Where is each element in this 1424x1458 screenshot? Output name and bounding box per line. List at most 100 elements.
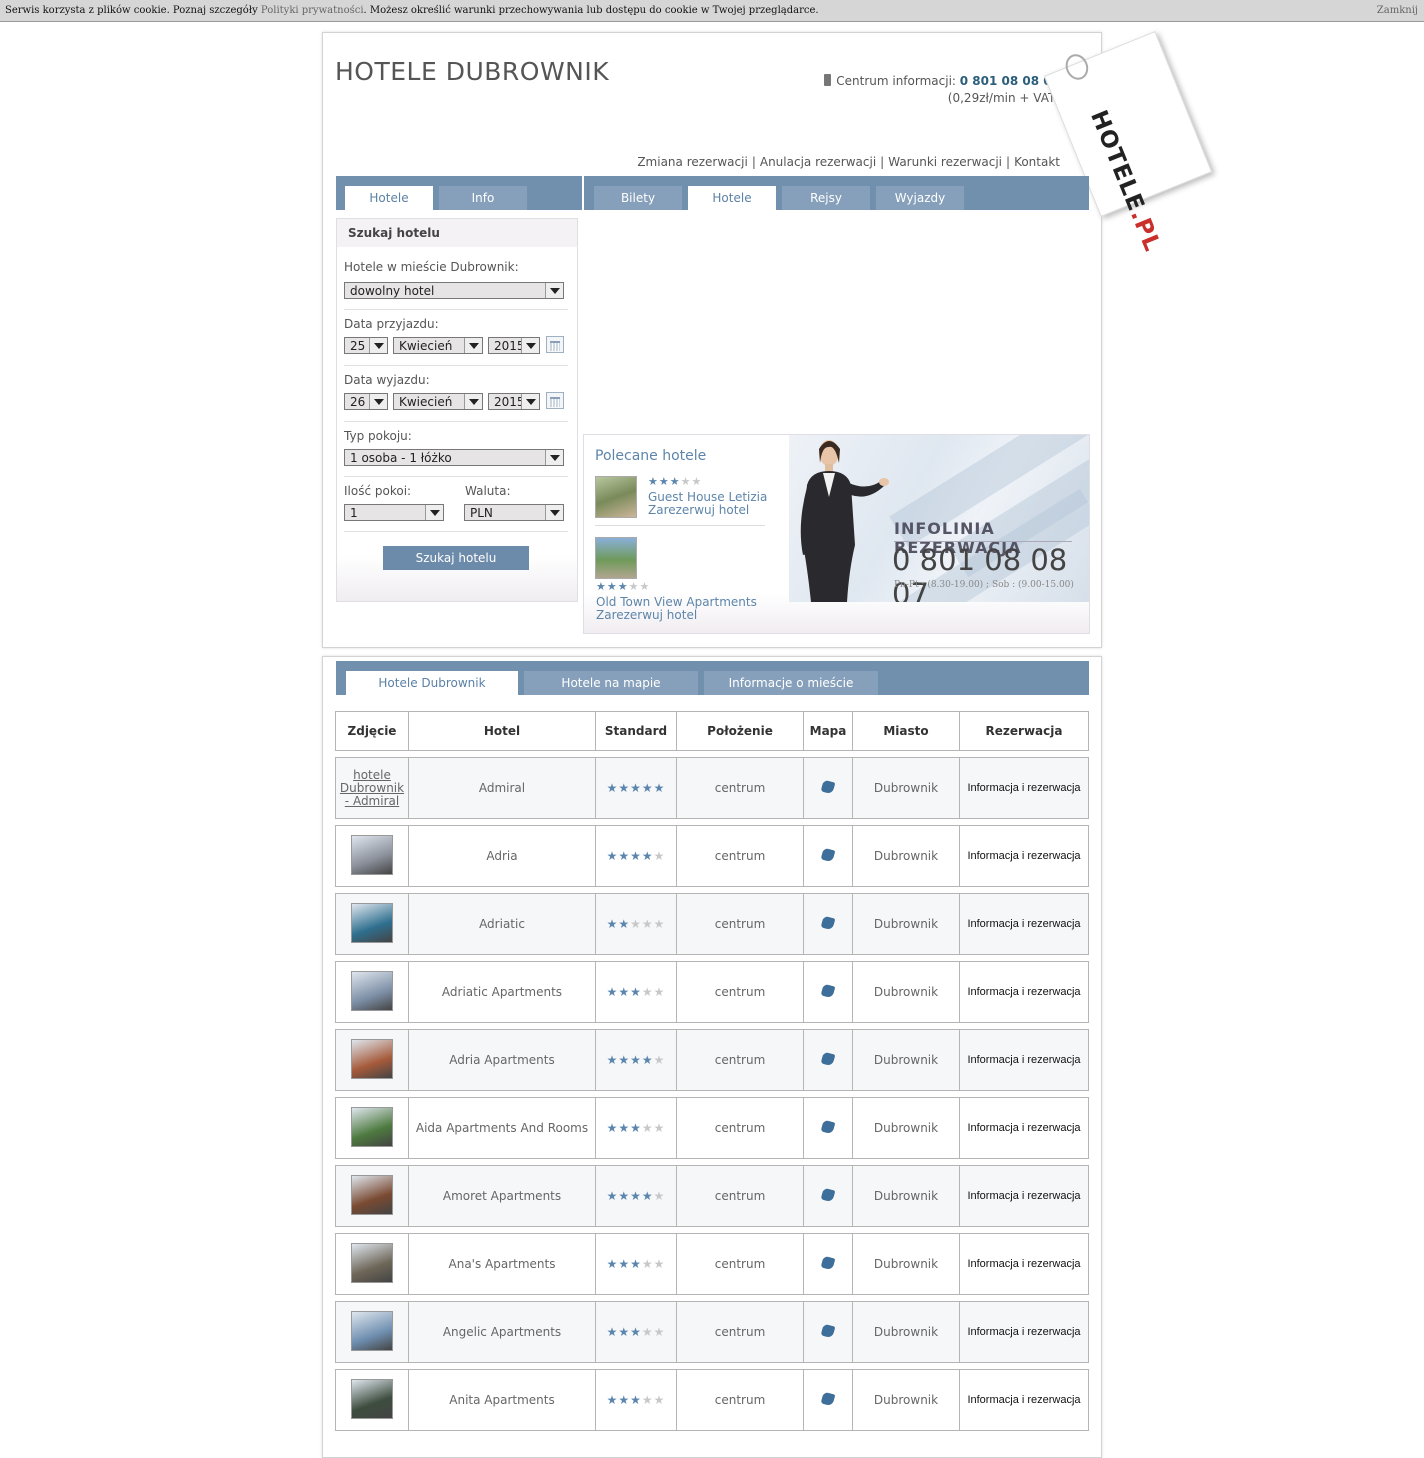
map-cell xyxy=(804,825,853,887)
table-row: Adria ★★★★★ centrum Dubrownik Informacja i r… xyxy=(335,825,1089,887)
departure-year-select[interactable]: 2015 xyxy=(488,393,540,410)
table-row: Aida Apartments And Rooms ★★★★★ centrum Dub… xyxy=(335,1097,1089,1159)
hotel-photo[interactable] xyxy=(351,1310,393,1351)
tab-hotele-right[interactable]: Hotele xyxy=(688,186,776,210)
divider xyxy=(344,421,568,422)
book-hotel-link[interactable]: Zarezerwuj hotel xyxy=(596,609,697,622)
reservation-link[interactable]: Informacja i rezerwacja xyxy=(960,1301,1089,1363)
tab-rejsy[interactable]: Rejsy xyxy=(782,186,870,210)
link-contact[interactable]: Kontakt xyxy=(1014,155,1060,169)
tab-hotele-left[interactable]: Hotele xyxy=(345,186,433,210)
departure-month-select[interactable]: Kwiecień xyxy=(393,393,483,410)
tab-hotele-dubrownik[interactable]: Hotele Dubrownik xyxy=(346,671,518,695)
city-select[interactable]: dowolny hotel xyxy=(344,282,564,299)
map-icon[interactable] xyxy=(820,1323,836,1338)
info-center: Centrum informacji: 0 801 08 08 07 (0,29… xyxy=(824,73,1060,107)
map-icon[interactable] xyxy=(820,779,836,794)
map-icon[interactable] xyxy=(820,1255,836,1270)
photo-cell xyxy=(335,1369,409,1431)
table-row: Adriatic ★★★★★ centrum Dubrownik Informacja … xyxy=(335,893,1089,955)
hotel-name[interactable]: Adria Apartments xyxy=(409,1029,596,1091)
table-row: Angelic Apartments ★★★★★ centrum Dubrownik I… xyxy=(335,1301,1089,1363)
hotel-name[interactable]: Aida Apartments And Rooms xyxy=(409,1097,596,1159)
map-icon[interactable] xyxy=(820,1187,836,1202)
rating-stars: ★★★★★ xyxy=(606,1053,666,1067)
hotel-thumbnail[interactable] xyxy=(595,476,637,518)
col-reservation[interactable]: Rezerwacja xyxy=(960,711,1089,751)
hotel-name[interactable]: Ana's Apartments xyxy=(409,1233,596,1295)
tab-wyjazdy[interactable]: Wyjazdy xyxy=(876,186,964,210)
rooms-select[interactable]: 1 xyxy=(344,504,444,521)
reservation-link[interactable]: Informacja i rezerwacja xyxy=(960,825,1089,887)
map-icon[interactable] xyxy=(820,847,836,862)
reservation-link[interactable]: Informacja i rezerwacja xyxy=(960,961,1089,1023)
hotel-name[interactable]: Angelic Apartments xyxy=(409,1301,596,1363)
link-cancel-reservation[interactable]: Anulacja rezerwacji xyxy=(760,155,876,169)
standard-cell: ★★★★★ xyxy=(596,1369,677,1431)
location-cell: centrum xyxy=(677,1165,804,1227)
book-hotel-link[interactable]: Zarezerwuj hotel xyxy=(648,504,749,517)
col-standard[interactable]: Standard xyxy=(596,711,677,751)
col-photo[interactable]: Zdjęcie xyxy=(335,711,409,751)
map-cell xyxy=(804,1233,853,1295)
tab-info[interactable]: Info xyxy=(439,186,527,210)
map-icon[interactable] xyxy=(820,1119,836,1134)
hotel-photo[interactable] xyxy=(351,1174,393,1215)
calendar-icon[interactable] xyxy=(546,392,564,409)
table-row: Amoret Apartments ★★★★★ centrum Dubrownik In… xyxy=(335,1165,1089,1227)
reservation-link[interactable]: Informacja i rezerwacja xyxy=(960,1097,1089,1159)
location-cell: centrum xyxy=(677,1097,804,1159)
room-type-select[interactable]: 1 osoba - 1 łóżko xyxy=(344,449,564,466)
hotel-name[interactable]: Admiral xyxy=(409,757,596,819)
search-hotel-button[interactable]: Szukaj hotelu xyxy=(383,546,529,570)
divider xyxy=(344,476,568,477)
hotel-photo[interactable] xyxy=(351,902,393,943)
hotel-photo[interactable] xyxy=(351,834,393,875)
hotel-photo-alt[interactable]: hotele Dubrownik - Admiral xyxy=(337,768,407,808)
chevron-down-icon xyxy=(521,394,539,409)
reservation-link[interactable]: Informacja i rezerwacja xyxy=(960,757,1089,819)
hotel-photo[interactable] xyxy=(351,970,393,1011)
link-reservation-terms[interactable]: Warunki rezerwacji xyxy=(888,155,1002,169)
photo-cell xyxy=(335,1301,409,1363)
col-hotel[interactable]: Hotel xyxy=(409,711,596,751)
map-icon[interactable] xyxy=(820,1391,836,1406)
tab-informacje-o-miescie[interactable]: Informacje o mieście xyxy=(704,671,878,695)
infoline-banner[interactable]: INFOLINIA REZERWACJA 0 801 08 08 07 Pn-P… xyxy=(789,435,1089,602)
arrival-day-select[interactable]: 25 xyxy=(344,337,388,354)
hotel-thumbnail[interactable] xyxy=(595,537,637,579)
hotel-name[interactable]: Amoret Apartments xyxy=(409,1165,596,1227)
hotel-photo[interactable] xyxy=(351,1106,393,1147)
hotel-photo[interactable] xyxy=(351,1378,393,1419)
map-icon[interactable] xyxy=(820,915,836,930)
map-icon[interactable] xyxy=(820,983,836,998)
hotel-photo[interactable] xyxy=(351,1242,393,1283)
arrival-month-select[interactable]: Kwiecień xyxy=(393,337,483,354)
reservation-link[interactable]: Informacja i rezerwacja xyxy=(960,1165,1089,1227)
divider xyxy=(894,541,1072,542)
hotel-photo[interactable] xyxy=(351,1038,393,1079)
map-icon[interactable] xyxy=(820,1051,836,1066)
col-city[interactable]: Miasto xyxy=(853,711,960,751)
link-change-reservation[interactable]: Zmiana rezerwacji xyxy=(637,155,747,169)
hotel-list-tabbar: Hotele Dubrownik Hotele na mapie Informa… xyxy=(336,661,1089,695)
tab-bilety[interactable]: Bilety xyxy=(594,186,682,210)
reservation-link[interactable]: Informacja i rezerwacja xyxy=(960,1029,1089,1091)
hotel-name[interactable]: Adriatic xyxy=(409,893,596,955)
hotel-name[interactable]: Adriatic Apartments xyxy=(409,961,596,1023)
hotel-name[interactable]: Anita Apartments xyxy=(409,1369,596,1431)
arrival-year-select[interactable]: 2015 xyxy=(488,337,540,354)
calendar-icon[interactable] xyxy=(546,336,564,353)
reservation-link[interactable]: Informacja i rezerwacja xyxy=(960,893,1089,955)
privacy-policy-link[interactable]: Polityki prywatności xyxy=(261,5,364,16)
col-location[interactable]: Położenie xyxy=(677,711,804,751)
currency-select[interactable]: PLN xyxy=(464,504,564,521)
map-cell xyxy=(804,1029,853,1091)
reservation-link[interactable]: Informacja i rezerwacja xyxy=(960,1233,1089,1295)
departure-day-select[interactable]: 26 xyxy=(344,393,388,410)
tab-hotele-na-mapie[interactable]: Hotele na mapie xyxy=(524,671,698,695)
col-map[interactable]: Mapa xyxy=(804,711,853,751)
hotel-name[interactable]: Adria xyxy=(409,825,596,887)
cookie-close-link[interactable]: Zamknij xyxy=(1377,5,1418,16)
reservation-link[interactable]: Informacja i rezerwacja xyxy=(960,1369,1089,1431)
